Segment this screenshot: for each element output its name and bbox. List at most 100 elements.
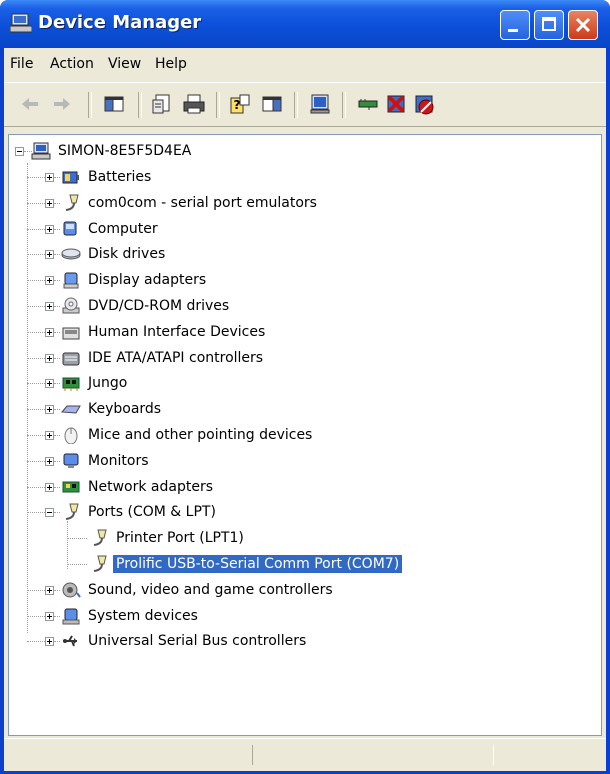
expand-toggle[interactable]	[45, 353, 54, 363]
tree-category-sound-video-and-game-controllers[interactable]: Sound, video and game controllers	[61, 579, 336, 601]
expand-toggle[interactable]	[45, 173, 54, 182]
tree-category-ide-ata-atapi-controllers[interactable]: IDE ATA/ATAPI controllers	[61, 347, 266, 369]
tree-category-label: System devices	[88, 607, 198, 624]
expand-toggle[interactable]	[45, 456, 54, 466]
tree-category-universal-serial-bus-controllers[interactable]: Universal Serial Bus controllers	[61, 630, 309, 652]
tree-category-monitors[interactable]: Monitors	[61, 450, 152, 472]
close-icon	[575, 17, 591, 33]
status-panel	[252, 745, 494, 765]
port-connector-icon	[65, 503, 79, 521]
expand-toggle[interactable]	[45, 250, 54, 260]
title-bar[interactable]: Device Manager	[0, 0, 610, 48]
tree-category-label: Keyboards	[88, 401, 162, 418]
computer-icon	[63, 221, 77, 236]
expand-toggle[interactable]	[45, 585, 54, 595]
menu-view[interactable]: View	[108, 56, 141, 72]
tree-category-display-adapters[interactable]: Display adapters	[61, 269, 209, 291]
device-tree[interactable]: SIMON-8E5F5D4EA Batteries com0com - seria…	[8, 134, 602, 736]
expand-toggle[interactable]	[45, 405, 54, 415]
tree-category-jungo[interactable]: Jungo	[61, 372, 130, 394]
expand-toggle[interactable]	[45, 431, 54, 440]
print-icon[interactable]	[182, 92, 206, 116]
battery-icon	[62, 171, 79, 184]
properties-icon[interactable]	[150, 92, 174, 116]
expand-toggle[interactable]	[45, 198, 54, 208]
ide-controller-icon	[62, 352, 80, 366]
update-driver-icon[interactable]	[356, 92, 380, 116]
computer-icon	[31, 142, 51, 160]
mouse-icon	[64, 427, 78, 444]
tree-category-label: Ports (COM & LPT)	[88, 504, 216, 521]
port-connector-icon	[93, 555, 107, 572]
tree-category-label: Disk drives	[88, 246, 166, 263]
usb-icon	[63, 635, 77, 647]
speaker-icon	[62, 582, 81, 598]
tree-category-label: Sound, video and game controllers	[88, 581, 333, 598]
tree-device-printer-port-lpt1[interactable]: Printer Port (LPT1)	[89, 527, 247, 549]
show-hide-console-tree-icon[interactable]	[102, 92, 126, 116]
tree-category-label: Computer	[88, 220, 158, 237]
menu-help[interactable]: Help	[155, 56, 187, 72]
expand-toggle[interactable]	[45, 224, 54, 234]
tree-device-label: Prolific USB-to-Serial Comm Port (COM7)	[111, 554, 404, 574]
expand-toggle[interactable]	[45, 611, 54, 621]
disk-drive-icon	[61, 248, 81, 260]
uninstall-icon[interactable]	[384, 92, 408, 116]
tree-root[interactable]: SIMON-8E5F5D4EA	[31, 140, 194, 162]
monitor-icon	[63, 453, 79, 468]
window-title: Device Manager	[38, 12, 202, 33]
tree-category-label: Human Interface Devices	[88, 323, 266, 340]
tree-category-label: Display adapters	[88, 272, 207, 289]
tree-device-label: Printer Port (LPT1)	[116, 530, 244, 547]
tree-category-label: IDE ATA/ATAPI controllers	[88, 349, 264, 366]
device-manager-window: Device Manager File Action View Help ? S…	[0, 0, 610, 774]
tree-category-ports-com-lpt[interactable]: Ports (COM & LPT)	[61, 501, 219, 523]
tree-category-label: com0com - serial port emulators	[88, 194, 317, 211]
expand-toggle[interactable]	[45, 327, 54, 337]
tree-category-label: Mice and other pointing devices	[88, 427, 313, 443]
minimize-button[interactable]	[500, 10, 530, 40]
hid-icon	[62, 327, 80, 340]
collapse-toggle[interactable]	[15, 147, 24, 156]
maximize-button[interactable]	[534, 10, 564, 40]
help-icon[interactable]: ?	[228, 92, 252, 116]
forward-arrow-icon[interactable]	[50, 92, 74, 116]
toolbar: ?	[4, 84, 606, 127]
keyboard-icon	[61, 405, 81, 414]
device-manager-icon	[10, 13, 32, 33]
tree-category-dvd-cd-rom-drives[interactable]: DVD/CD-ROM drives	[61, 295, 232, 317]
expand-toggle[interactable]	[45, 302, 54, 311]
expand-toggle[interactable]	[45, 276, 54, 286]
tree-category-mice-and-other-pointing-devices[interactable]: Mice and other pointing devices	[61, 424, 315, 446]
tree-category-label: Jungo	[88, 375, 128, 392]
circuit-board-icon	[62, 377, 80, 392]
collapse-toggle[interactable]	[45, 508, 54, 518]
menu-file[interactable]: File	[10, 56, 33, 72]
disable-device-icon[interactable]	[412, 92, 436, 116]
port-connector-icon	[65, 194, 79, 211]
expand-toggle[interactable]	[45, 637, 54, 647]
tree-category-keyboards[interactable]: Keyboards	[61, 398, 164, 420]
tree-category-batteries[interactable]: Batteries	[61, 166, 154, 188]
network-adapter-icon	[62, 481, 80, 493]
status-bar	[4, 738, 606, 771]
tree-category-label: Batteries	[88, 169, 152, 185]
tree-category-computer[interactable]: Computer	[61, 218, 161, 240]
scan-hardware-icon[interactable]	[308, 92, 332, 116]
tree-category-disk-drives[interactable]: Disk drives	[61, 243, 168, 265]
tree-category-system-devices[interactable]: System devices	[61, 605, 201, 627]
tree-device-prolific-usb-to-serial-comm-port-com7[interactable]: Prolific USB-to-Serial Comm Port (COM7)	[89, 553, 404, 575]
expand-toggle[interactable]	[45, 482, 54, 492]
tree-category-com0com-serial-port-emulators[interactable]: com0com - serial port emulators	[61, 192, 320, 214]
port-connector-icon	[93, 529, 107, 547]
back-arrow-icon[interactable]	[18, 92, 42, 116]
system-device-icon	[62, 608, 80, 625]
display-adapter-icon	[63, 272, 79, 289]
menu-action[interactable]: Action	[50, 56, 94, 72]
menu-bar: File Action View Help	[4, 48, 606, 83]
expand-toggle[interactable]	[45, 379, 54, 389]
tree-category-network-adapters[interactable]: Network adapters	[61, 476, 216, 498]
tree-category-human-interface-devices[interactable]: Human Interface Devices	[61, 321, 268, 343]
show-hide-action-pane-icon[interactable]	[260, 92, 284, 116]
close-button[interactable]	[568, 10, 598, 40]
